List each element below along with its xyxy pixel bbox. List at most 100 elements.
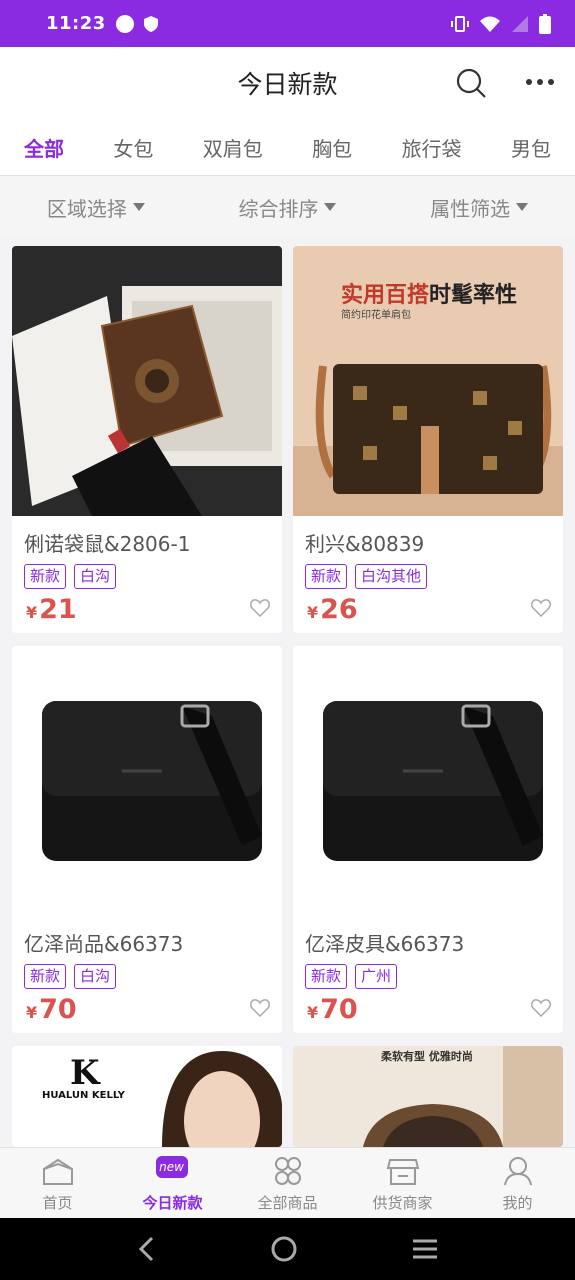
price-value: 70 (320, 994, 358, 1025)
nav-suppliers-label: 供货商家 (372, 1194, 433, 1212)
product-tags: 新款 白沟其他 (293, 556, 563, 589)
product-price: ¥21 (26, 594, 77, 625)
tab-chest-bags[interactable]: 胸包 (312, 133, 352, 162)
nav-mine[interactable]: 我的 (460, 1148, 575, 1218)
product-card[interactable]: 亿泽皮具&66373 新款 广州 ¥70 (293, 646, 563, 1033)
favorite-heart-icon[interactable] (531, 999, 551, 1017)
status-time: 11:23 (46, 13, 106, 34)
tag-origin: 白沟 (74, 964, 117, 989)
product-image[interactable] (12, 646, 282, 916)
brand-name: HUALUN KELLY (42, 1090, 126, 1101)
wifi-icon (480, 16, 500, 32)
nav-all-products[interactable]: 全部商品 (230, 1148, 345, 1218)
ad-headline-a: 实用百搭 (341, 282, 430, 308)
price-value: 26 (320, 594, 358, 625)
new-icon: new (155, 1156, 190, 1186)
product-image[interactable] (12, 246, 282, 516)
dropdown-icon (516, 203, 529, 211)
currency-symbol: ¥ (26, 603, 38, 622)
nav-home[interactable]: 首页 (0, 1148, 115, 1218)
filter-sort[interactable]: 综合排序 (238, 193, 337, 222)
home-circle-icon[interactable] (270, 1235, 298, 1263)
product-name: 利兴&80839 (305, 532, 425, 556)
favorite-heart-icon[interactable] (250, 599, 270, 617)
product-name: 俐诺袋鼠&2806-1 (24, 532, 191, 556)
tab-travel-bags[interactable]: 旅行袋 (402, 133, 462, 162)
product-price: ¥70 (26, 994, 77, 1025)
tag-new: 新款 (305, 564, 348, 589)
price-value: 70 (39, 994, 77, 1025)
system-nav-bar (0, 1218, 575, 1280)
nav-home-label: 首页 (42, 1194, 73, 1212)
product-card[interactable]: 亿泽尚品&66373 新款 白沟 ¥70 (12, 646, 282, 1033)
shield-icon (143, 15, 158, 32)
product-name: 亿泽尚品&66373 (24, 932, 184, 956)
product-price: ¥70 (307, 994, 358, 1025)
filter-attributes[interactable]: 属性筛选 (430, 193, 529, 222)
tag-origin: 广州 (355, 964, 398, 989)
product-card[interactable]: 实用百搭 时髦率性 简约印花单肩包 利兴&80839 新款 白沟其他 ¥26 (293, 246, 563, 633)
ad-headline: 柔软有型 优雅时尚 (380, 1049, 473, 1063)
product-card[interactable]: 柔软有型 优雅时尚 (293, 1046, 563, 1147)
tag-origin: 白沟 (74, 564, 117, 589)
filter-region-label: 区域选择 (46, 196, 127, 221)
price-value: 21 (39, 594, 77, 625)
product-price: ¥26 (307, 594, 358, 625)
notification-icon (115, 14, 134, 33)
favorite-heart-icon[interactable] (531, 599, 551, 617)
filter-attributes-label: 属性筛选 (430, 196, 511, 221)
currency-symbol: ¥ (26, 1003, 38, 1022)
new-badge: new (155, 1156, 188, 1178)
product-image[interactable]: 实用百搭 时髦率性 简约印花单肩包 (293, 246, 563, 516)
signal-icon (512, 15, 528, 32)
product-card[interactable]: 俐诺袋鼠&2806-1 新款 白沟 ¥21 (12, 246, 282, 633)
tab-women-bags[interactable]: 女包 (113, 133, 153, 162)
recents-icon[interactable] (411, 1237, 439, 1261)
tab-backpacks[interactable]: 双肩包 (203, 133, 263, 162)
title-bar: 今日新款 (0, 47, 575, 119)
tag-origin: 白沟其他 (355, 564, 428, 589)
more-icon[interactable] (525, 69, 555, 95)
category-tabs: 全部 女包 双肩包 胸包 旅行袋 男包 (0, 119, 575, 176)
store-icon (386, 1159, 419, 1185)
nav-today-new-label: 今日新款 (142, 1194, 203, 1212)
product-image[interactable]: 柔软有型 优雅时尚 (293, 1046, 563, 1147)
favorite-heart-icon[interactable] (250, 999, 270, 1017)
currency-symbol: ¥ (307, 603, 319, 622)
bottom-nav: 首页 new 今日新款 全部商品 供货商家 我的 (0, 1147, 575, 1218)
home-icon (42, 1158, 73, 1185)
filter-bar: 区域选择 综合排序 属性筛选 (0, 177, 575, 237)
back-icon[interactable] (136, 1235, 158, 1263)
nav-suppliers[interactable]: 供货商家 (345, 1148, 460, 1218)
product-tags: 新款 白沟 (12, 556, 282, 589)
dropdown-icon (132, 203, 145, 211)
grid-icon (274, 1157, 301, 1185)
brand-logo-mark: K (70, 1053, 101, 1093)
nav-mine-label: 我的 (502, 1194, 533, 1212)
search-icon[interactable] (455, 67, 487, 99)
nav-today-new[interactable]: new 今日新款 (115, 1148, 230, 1218)
page-title: 今日新款 (237, 70, 338, 99)
dropdown-icon (324, 203, 337, 211)
product-tags: 新款 广州 (293, 956, 563, 989)
ad-headline-b: 时髦率性 (429, 282, 517, 308)
battery-icon (539, 13, 551, 34)
product-name: 亿泽皮具&66373 (305, 932, 465, 956)
tag-new: 新款 (305, 964, 348, 989)
user-icon (503, 1157, 532, 1186)
tab-all[interactable]: 全部 (24, 133, 64, 162)
filter-region[interactable]: 区域选择 (47, 193, 145, 222)
currency-symbol: ¥ (307, 1003, 319, 1022)
ad-subtitle: 简约印花单肩包 (341, 308, 411, 321)
tag-new: 新款 (24, 964, 67, 989)
product-card[interactable]: K HUALUN KELLY (12, 1046, 282, 1147)
vibrate-icon (451, 15, 469, 32)
tag-new: 新款 (24, 564, 67, 589)
filter-sort-label: 综合排序 (238, 196, 319, 221)
product-image[interactable] (293, 646, 563, 916)
product-tags: 新款 白沟 (12, 956, 282, 989)
status-bar: 11:23 (0, 0, 575, 47)
tab-men-bags[interactable]: 男包 (511, 133, 551, 162)
nav-all-products-label: 全部商品 (257, 1194, 318, 1212)
product-image[interactable]: K HUALUN KELLY (12, 1046, 282, 1147)
